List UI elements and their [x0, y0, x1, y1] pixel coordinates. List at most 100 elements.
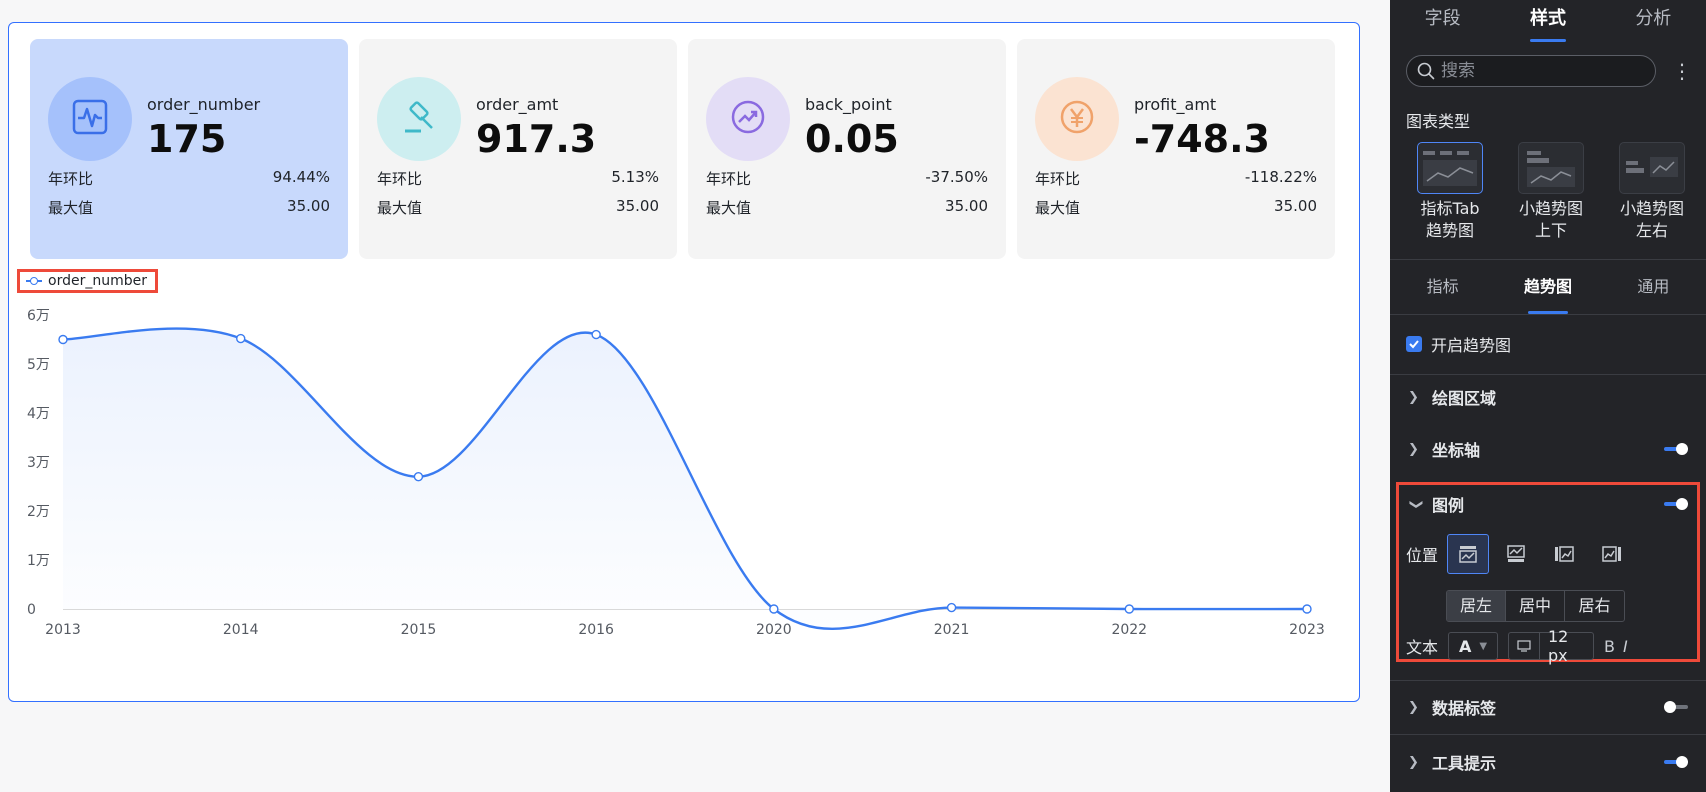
section-data-label-label: 数据标签	[1432, 699, 1497, 718]
legend-position-row: 位置	[1406, 534, 1639, 574]
enable-trend-checkbox[interactable]	[1406, 336, 1422, 352]
legend-bottom-icon	[1507, 545, 1525, 562]
italic-button[interactable]: I	[1623, 637, 1628, 656]
legend-top-icon	[1459, 546, 1477, 563]
data-point-2014	[236, 333, 246, 344]
font-size-input[interactable]: 12 px	[1508, 627, 1595, 665]
legend-text-label: 文本	[1406, 638, 1439, 657]
chart-type-small-trend-horizontal[interactable]: 小趋势图 左右	[1608, 142, 1696, 242]
x-tick-label: 2022	[1111, 622, 1147, 638]
y-tick-label: 0	[27, 602, 36, 618]
tab-style[interactable]: 样式	[1495, 0, 1600, 42]
data-point-2013	[58, 334, 68, 345]
monitor-icon	[1517, 640, 1531, 652]
legend-position-left-button[interactable]	[1543, 534, 1585, 574]
trend-area-chart: 0 1万 2万 3万 4万 5万 6万 2013 2014 2015 2016 2020 2021 202…	[27, 308, 1325, 638]
legend-right-icon	[1602, 546, 1622, 562]
divider	[1390, 734, 1706, 735]
chevron-right-icon: ❯	[1408, 441, 1419, 457]
align-right-button[interactable]: 居右	[1565, 591, 1624, 621]
legend-position-bottom-button[interactable]	[1495, 534, 1537, 574]
chart-type-list: 指标Tab 趋势图 小趋势图 上下 小趋势图 左右	[1406, 142, 1696, 242]
y-tick-label: 2万	[27, 504, 50, 520]
legend-position-right-button[interactable]	[1591, 534, 1633, 574]
trend-chart-card[interactable]: order_number 175 年环比 94.44% 最大值 35.00 or…	[8, 22, 1360, 702]
check-icon	[1409, 340, 1419, 349]
divider	[1539, 633, 1540, 659]
data-label-toggle[interactable]	[1664, 701, 1688, 713]
axis-toggle[interactable]	[1664, 443, 1688, 455]
data-point-2023	[1302, 604, 1312, 614]
chart-type-thumb-icon	[1619, 142, 1685, 194]
caret-down-icon: ▼	[1479, 640, 1488, 652]
chart-type-label-1b: 趋势图	[1425, 221, 1474, 240]
section-tooltip-label: 工具提示	[1432, 754, 1497, 773]
y-tick-label: 4万	[27, 406, 50, 422]
chart-type-thumb-icon	[1518, 142, 1584, 194]
section-axis[interactable]: ❯ 坐标轴	[1408, 438, 1688, 460]
font-size-value: 12 px	[1548, 627, 1569, 665]
y-tick-label: 1万	[27, 553, 50, 569]
data-point-2021	[946, 602, 957, 613]
font-glyph: A	[1458, 636, 1472, 656]
section-legend-label: 图例	[1432, 496, 1465, 515]
chart-type-label-1a: 指标Tab	[1420, 199, 1480, 218]
search-box	[1406, 55, 1656, 87]
align-center-button[interactable]: 居中	[1506, 591, 1565, 621]
y-tick-label: 6万	[27, 308, 50, 324]
data-point-2020	[769, 604, 779, 614]
section-tooltip[interactable]: ❯ 工具提示	[1408, 751, 1688, 773]
legend-toggle[interactable]	[1664, 498, 1688, 510]
section-plot-area-label: 绘图区域	[1432, 389, 1497, 408]
bold-button[interactable]: B	[1604, 637, 1615, 656]
x-tick-label: 2016	[578, 622, 614, 638]
x-tick-label: 2021	[934, 622, 970, 638]
section-data-label[interactable]: ❯ 数据标签	[1408, 696, 1688, 718]
data-point-2015	[413, 472, 424, 482]
divider	[1390, 314, 1706, 315]
chart-type-tab-trend[interactable]: 指标Tab 趋势图	[1406, 142, 1494, 242]
section-plot-area[interactable]: ❯ 绘图区域	[1408, 386, 1688, 408]
x-tick-label: 2020	[756, 622, 792, 638]
style-subtabs: 指标 趋势图 通用	[1390, 260, 1706, 314]
align-left-button[interactable]: 居左	[1447, 591, 1506, 621]
enable-trend-row: 开启趋势图	[1406, 332, 1511, 356]
chevron-down-icon: ❯	[1408, 498, 1424, 510]
tab-analysis[interactable]: 分析	[1601, 0, 1706, 42]
chevron-right-icon: ❯	[1408, 389, 1419, 405]
chevron-right-icon: ❯	[1408, 754, 1419, 770]
tab-fields[interactable]: 字段	[1390, 0, 1495, 42]
tooltip-toggle[interactable]	[1664, 756, 1688, 768]
chart-type-small-trend-vertical[interactable]: 小趋势图 上下	[1507, 142, 1595, 242]
y-tick-label: 5万	[27, 357, 50, 373]
search-icon	[1417, 62, 1435, 80]
chart-type-thumb-icon	[1417, 142, 1483, 194]
search-input[interactable]	[1441, 61, 1641, 81]
subtab-general[interactable]: 通用	[1601, 260, 1706, 314]
subtab-trend[interactable]: 趋势图	[1495, 260, 1600, 314]
chart-type-label-3a: 小趋势图	[1619, 199, 1684, 218]
x-tick-label: 2014	[223, 622, 259, 638]
legend-align-group: 居左 居中 居右	[1446, 590, 1625, 622]
section-legend[interactable]: ❯ 图例	[1408, 493, 1688, 515]
subtab-metric[interactable]: 指标	[1390, 260, 1495, 314]
chart-type-label-2a: 小趋势图	[1518, 199, 1583, 218]
legend-left-icon	[1555, 546, 1574, 562]
data-point-2022	[1124, 604, 1134, 614]
x-tick-label: 2023	[1289, 622, 1325, 638]
chart-type-label-3b: 左右	[1635, 221, 1668, 240]
panel-tabs: 字段 样式 分析	[1390, 0, 1706, 42]
y-tick-label: 3万	[27, 455, 50, 471]
legend-position-top-button[interactable]	[1447, 534, 1490, 574]
dashboard-canvas: order_number 175 年环比 94.44% 最大值 35.00 or…	[0, 0, 1390, 792]
divider	[1390, 374, 1706, 375]
chart-type-label-2b: 上下	[1534, 221, 1567, 240]
font-color-select[interactable]: A ▼	[1448, 632, 1499, 660]
area-fill	[63, 328, 1307, 629]
legend-position-label: 位置	[1406, 546, 1439, 565]
x-tick-label: 2013	[45, 622, 81, 638]
legend-text-row: 文本 A ▼ 12 px B I	[1406, 627, 1628, 665]
x-tick-label: 2015	[401, 622, 437, 638]
more-options-icon[interactable]: ⋮	[1672, 56, 1692, 86]
chevron-right-icon: ❯	[1408, 699, 1419, 715]
